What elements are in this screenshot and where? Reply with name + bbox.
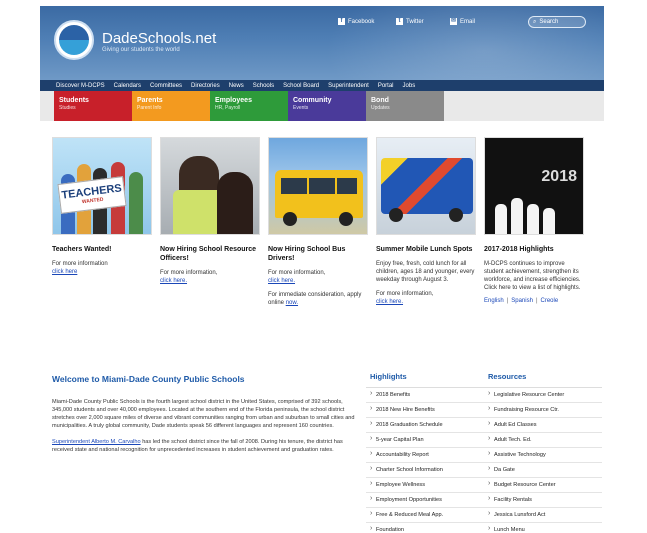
lang-spanish-link[interactable]: Spanish xyxy=(511,298,533,304)
click-here-link[interactable]: click here. xyxy=(376,299,403,305)
facebook-link[interactable]: f Facebook xyxy=(338,18,374,25)
resources-item[interactable]: Facility Rentals xyxy=(484,493,602,508)
resources-item[interactable]: Jessica Lunsford Act xyxy=(484,508,602,523)
district-logo[interactable] xyxy=(54,20,94,60)
card-title[interactable]: Teachers Wanted! xyxy=(52,245,152,254)
card-title[interactable]: Summer Mobile Lunch Spots xyxy=(376,245,476,254)
resource-officers-photo[interactable] xyxy=(160,137,260,235)
card-body-2: For more information, xyxy=(376,291,434,297)
highlights-item[interactable]: Foundation xyxy=(366,523,484,533)
click-here-link[interactable]: click here. xyxy=(160,278,187,284)
highlights-item[interactable]: 2018 New Hire Benefits xyxy=(366,403,484,418)
card-body: Enjoy free, fresh, cold lunch for all ch… xyxy=(376,261,475,283)
highlights-item[interactable]: Charter School Information xyxy=(366,463,484,478)
welcome-paragraph-1: Miami-Dade County Public Schools is the … xyxy=(52,399,355,429)
email-link[interactable]: ✉ Email xyxy=(450,18,475,25)
nav-directories[interactable]: Directories xyxy=(191,83,220,89)
twitter-link[interactable]: t Twitter xyxy=(396,18,424,25)
click-here-link[interactable]: click here xyxy=(52,269,77,275)
highlights-item[interactable]: 2018 Benefits xyxy=(366,388,484,403)
tab-community[interactable]: Community Events xyxy=(288,91,366,121)
nav-portal[interactable]: Portal xyxy=(378,83,394,89)
click-here-link[interactable]: click here. xyxy=(268,278,295,284)
highlights-item[interactable]: Free & Reduced Meal App. xyxy=(366,508,484,523)
highlights-item[interactable]: 5-year Capital Plan xyxy=(366,433,484,448)
resources-item[interactable]: Adult Tech. Ed. xyxy=(484,433,602,448)
nav-committees[interactable]: Committees xyxy=(150,83,182,89)
nav-discover[interactable]: Discover M-DCPS xyxy=(56,83,105,89)
card-highlights: 2018 2017-2018 Highlights M-DCPS continu… xyxy=(484,137,584,304)
resources-panel: Resources Legislative Resource Center Fu… xyxy=(484,370,602,533)
tab-bond[interactable]: Bond Updates xyxy=(366,91,444,121)
welcome-heading: Welcome to Miami-Dade County Public Scho… xyxy=(52,374,245,384)
language-links: English | Spanish | Creole xyxy=(484,298,559,304)
nav-superintendent[interactable]: Superintendent xyxy=(328,83,369,89)
site-header: DadeSchools.net Giving our students the … xyxy=(40,6,604,80)
nav-jobs[interactable]: Jobs xyxy=(403,83,416,89)
welcome-section: Welcome to Miami-Dade County Public Scho… xyxy=(52,374,360,462)
main-nav: Discover M-DCPS Calendars Committees Dir… xyxy=(40,80,604,91)
highlights-item[interactable]: Accountability Report xyxy=(366,448,484,463)
resources-item[interactable]: Adult Ed Classes xyxy=(484,418,602,433)
tab-students[interactable]: Students Studies xyxy=(54,91,132,121)
resources-item[interactable]: Lunch Menu xyxy=(484,523,602,533)
card-title[interactable]: Now Hiring School Resource Officers! xyxy=(160,245,260,263)
resources-heading: Resources xyxy=(484,370,602,388)
resources-item[interactable]: Legislative Resource Center xyxy=(484,388,602,403)
search-placeholder: Search xyxy=(539,19,559,25)
card-body: For more information xyxy=(52,261,108,267)
nav-school-board[interactable]: School Board xyxy=(283,83,319,89)
card-body: For more information, xyxy=(160,270,218,276)
school-bus-photo[interactable] xyxy=(268,137,368,235)
resources-item[interactable]: Assistive Technology xyxy=(484,448,602,463)
district-seal-icon xyxy=(59,25,89,55)
nav-calendars[interactable]: Calendars xyxy=(114,83,141,89)
apply-now-link[interactable]: now. xyxy=(286,300,298,306)
brand-name[interactable]: DadeSchools.net xyxy=(102,30,216,47)
card-teachers-wanted: TEACHERS WANTED Teachers Wanted! For mor… xyxy=(52,137,152,276)
card-body: M-DCPS continues to improve student achi… xyxy=(484,261,581,291)
highlights-item[interactable]: Employee Wellness xyxy=(366,478,484,493)
lang-creole-link[interactable]: Creole xyxy=(541,298,559,304)
tab-parents[interactable]: Parents Parent Info xyxy=(132,91,210,121)
welcome-paragraph-2: Superintendent Alberto M. Carvalho has l… xyxy=(52,439,343,453)
lang-english-link[interactable]: English xyxy=(484,298,504,304)
nav-news[interactable]: News xyxy=(229,83,244,89)
superintendent-link[interactable]: Superintendent Alberto M. Carvalho xyxy=(52,439,141,445)
email-icon: ✉ xyxy=(450,18,457,25)
lunch-truck-photo[interactable] xyxy=(376,137,476,235)
teachers-wanted-photo[interactable]: TEACHERS WANTED xyxy=(52,137,152,235)
card-bus-drivers: Now Hiring School Bus Drivers! For more … xyxy=(268,137,368,307)
card-title[interactable]: 2017-2018 Highlights xyxy=(484,245,584,254)
card-body-2: For immediate consideration, apply onlin… xyxy=(268,292,362,306)
twitter-icon: t xyxy=(396,18,403,25)
highlights-item[interactable]: 2018 Graduation Schedule xyxy=(366,418,484,433)
highlights-item[interactable]: Employment Opportunities xyxy=(366,493,484,508)
highlights-panel: Highlights 2018 Benefits 2018 New Hire B… xyxy=(366,370,484,533)
resources-item[interactable]: Fundraising Resource Ctr. xyxy=(484,403,602,418)
card-title[interactable]: Now Hiring School Bus Drivers! xyxy=(268,245,368,263)
resources-item[interactable]: Da Gate xyxy=(484,463,602,478)
nav-schools[interactable]: Schools xyxy=(253,83,274,89)
search-icon: ⌕ xyxy=(533,18,537,25)
graduation-photo[interactable]: 2018 xyxy=(484,137,584,235)
resources-item[interactable]: Budget Resource Center xyxy=(484,478,602,493)
search-input[interactable]: ⌕ Search xyxy=(528,16,586,28)
highlights-heading: Highlights xyxy=(366,370,484,388)
year-label: 2018 xyxy=(541,168,577,185)
card-body: For more information, xyxy=(268,270,326,276)
audience-tabs: Students Studies Parents Parent Info Emp… xyxy=(40,91,604,121)
facebook-icon: f xyxy=(338,18,345,25)
brand-tagline: Giving our students the world xyxy=(102,47,180,53)
card-resource-officers: Now Hiring School Resource Officers! For… xyxy=(160,137,260,285)
tab-employees[interactable]: Employees HR, Payroll xyxy=(210,91,288,121)
card-summer-lunch: Summer Mobile Lunch Spots Enjoy free, fr… xyxy=(376,137,476,306)
